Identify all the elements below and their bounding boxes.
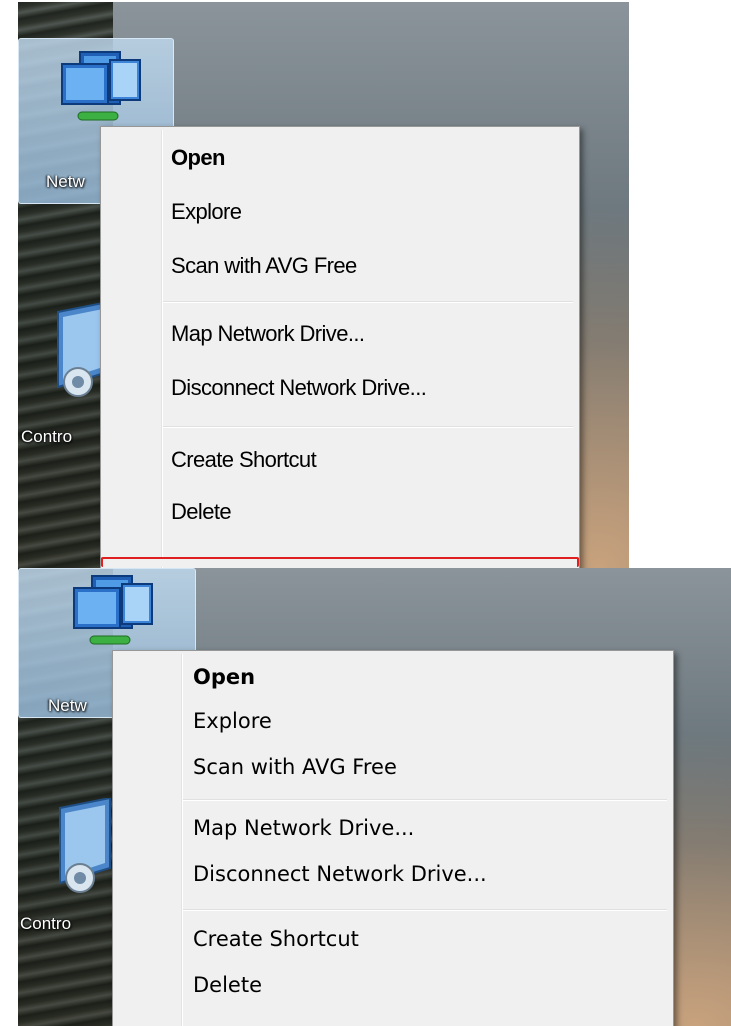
control-panel-icon-label[interactable]: Contro (20, 914, 71, 934)
menu-item-delete[interactable]: Delete (171, 499, 232, 525)
network-icon[interactable] (58, 50, 148, 130)
control-panel-icon-label[interactable]: Contro (21, 427, 72, 447)
menu-item-disconnect-network-drive[interactable]: Disconnect Network Drive... (193, 862, 487, 886)
menu-separator (163, 301, 573, 303)
context-menu: Open Explore Scan with AVG Free Map Netw… (100, 126, 580, 568)
menu-item-map-network-drive[interactable]: Map Network Drive... (193, 816, 414, 840)
highlighted-menu-item[interactable] (101, 557, 579, 567)
menu-item-scan-avg[interactable]: Scan with AVG Free (171, 253, 357, 279)
context-menu: Open Explore Scan with AVG Free Map Netw… (112, 650, 674, 1026)
menu-item-scan-avg[interactable]: Scan with AVG Free (193, 755, 397, 779)
menu-separator (183, 799, 667, 801)
menu-item-explore[interactable]: Explore (193, 709, 272, 733)
network-icon-label[interactable]: Netw (48, 696, 87, 716)
menu-item-open[interactable]: Open (171, 145, 225, 171)
network-icon-label[interactable]: Netw (46, 172, 85, 192)
menu-item-open[interactable]: Open (193, 665, 255, 689)
menu-item-explore[interactable]: Explore (171, 199, 242, 225)
menu-icon-gutter (181, 654, 183, 1026)
screenshot-panel-bottom: Netw Contro Open Explore Scan with AVG F… (18, 568, 731, 1026)
menu-icon-gutter (161, 130, 163, 568)
menu-item-create-shortcut[interactable]: Create Shortcut (193, 927, 359, 951)
menu-separator (163, 426, 573, 428)
screenshot-panel-top: Netw Contro Open Explore Scan with AVG F… (18, 2, 629, 568)
menu-item-create-shortcut[interactable]: Create Shortcut (171, 447, 317, 473)
menu-item-disconnect-network-drive[interactable]: Disconnect Network Drive... (171, 375, 427, 401)
control-panel-icon[interactable] (50, 798, 120, 898)
menu-item-delete[interactable]: Delete (193, 973, 262, 997)
menu-item-map-network-drive[interactable]: Map Network Drive... (171, 321, 365, 347)
menu-separator (183, 909, 667, 911)
network-icon[interactable] (70, 574, 160, 654)
